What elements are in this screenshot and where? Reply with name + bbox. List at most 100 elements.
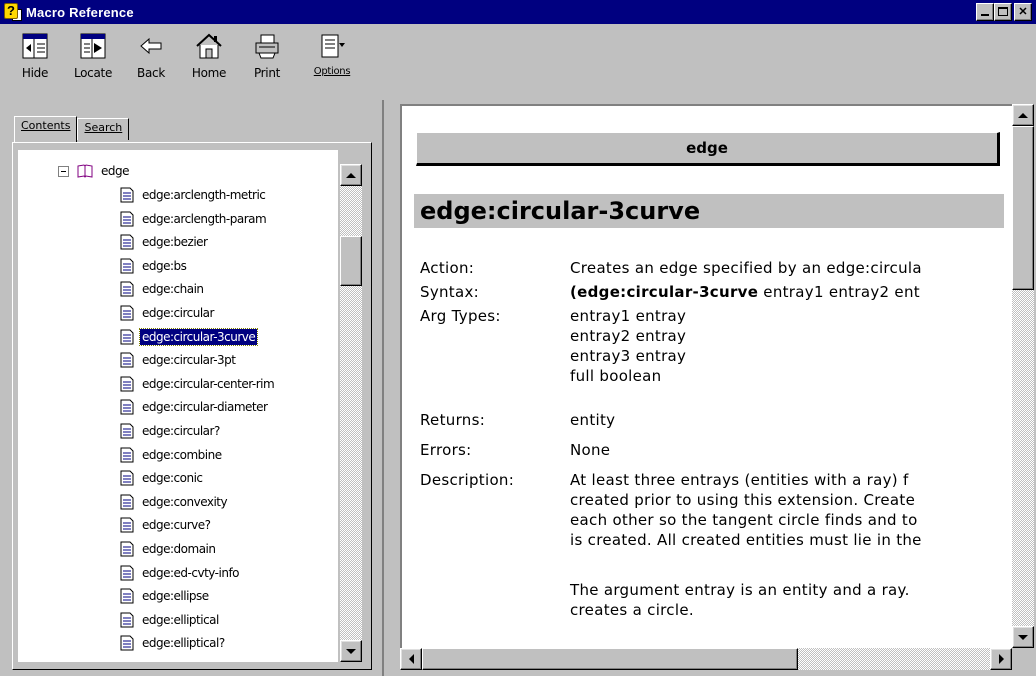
back-arrow-icon — [136, 28, 166, 64]
print-button[interactable]: Print — [238, 24, 296, 80]
tree-item[interactable]: edge:circular-3pt — [120, 349, 238, 371]
tree-scrollbar[interactable] — [340, 164, 362, 662]
tab-search-label: Search — [84, 121, 123, 134]
tab-contents[interactable]: Contents — [14, 116, 78, 142]
scroll-down-icon — [346, 648, 356, 654]
tab-search[interactable]: Search — [77, 118, 130, 140]
document-icon — [120, 305, 134, 321]
maximize-button[interactable] — [994, 3, 1012, 21]
syntax-value: (edge:circular-3curve entray1 entray2 en… — [570, 282, 920, 302]
tree-item[interactable]: edge:ed-cvty-info — [120, 562, 241, 584]
document-icon — [120, 541, 134, 557]
document-icon — [120, 234, 134, 250]
close-button[interactable]: ✕ — [1014, 3, 1032, 21]
tree-item-label: edge:circular-3curve — [138, 327, 259, 346]
topic-scroll-thumb[interactable] — [1012, 126, 1034, 290]
tree-item[interactable]: edge:circular-3curve — [120, 326, 259, 348]
tree-item-label: edge:circular-center-rim — [142, 376, 275, 391]
returns-label: Returns: — [420, 411, 486, 429]
document-icon — [120, 399, 134, 415]
scroll-down-button[interactable] — [340, 640, 362, 662]
errors-label: Errors: — [420, 441, 472, 459]
tree-item[interactable]: edge:circular? — [120, 420, 222, 442]
topic-scroll-up-button[interactable] — [1012, 104, 1034, 126]
tree-item[interactable]: edge:circular-center-rim — [120, 373, 276, 395]
locate-button[interactable]: Locate — [64, 24, 122, 80]
topic-vertical-scrollbar[interactable] — [1012, 104, 1034, 648]
options-button[interactable]: Options — [306, 24, 358, 77]
hide-icon — [20, 28, 50, 64]
tree-item[interactable]: edge:combine — [120, 444, 224, 466]
minimize-button[interactable] — [976, 3, 994, 21]
argtypes-label: Arg Types: — [420, 307, 501, 325]
tree-item[interactable]: edge:conic — [120, 467, 205, 489]
hide-label: Hide — [21, 66, 49, 80]
description-label: Description: — [420, 471, 515, 489]
scroll-thumb[interactable] — [340, 236, 362, 286]
document-icon — [120, 470, 134, 486]
tree-item-label: edge:conic — [142, 471, 203, 486]
topic-scroll-down-button[interactable] — [1012, 626, 1034, 648]
options-icon — [317, 28, 347, 64]
argtype-line: entray2 entray — [570, 327, 687, 345]
document-icon — [120, 258, 134, 274]
document-icon — [120, 447, 134, 463]
argtype-line: full boolean — [570, 367, 662, 385]
document-icon — [120, 211, 134, 227]
scroll-up-icon — [346, 172, 356, 178]
back-button[interactable]: Back — [122, 24, 180, 80]
document-icon — [120, 281, 134, 297]
tree-item-label: edge:circular-diameter — [142, 400, 268, 415]
tree-item[interactable]: edge:curve? — [120, 514, 213, 536]
scrollbar-corner — [1012, 648, 1036, 670]
document-icon — [120, 565, 134, 581]
tree-book-edge[interactable]: edge — [58, 160, 131, 182]
scroll-right-button[interactable] — [990, 648, 1012, 670]
tree-item[interactable]: edge:bezier — [120, 231, 210, 253]
options-label: Options — [313, 66, 351, 77]
contents-tree[interactable]: edge edge:arclength-metric edge:arclength… — [18, 150, 338, 662]
topic-banner[interactable]: edge — [416, 132, 1000, 166]
document-icon — [120, 517, 134, 533]
tree-item[interactable]: edge:domain — [120, 538, 217, 560]
scroll-left-button[interactable] — [400, 648, 422, 670]
description-line: created prior to using this extension. C… — [570, 491, 916, 509]
returns-value: entity — [570, 411, 616, 429]
hide-button[interactable]: Hide — [6, 24, 64, 80]
tree-item[interactable]: edge:chain — [120, 278, 206, 300]
document-icon — [120, 187, 134, 203]
action-value: Creates an edge specified by an edge:cir… — [570, 259, 922, 277]
locate-label: Locate — [73, 66, 113, 80]
syntax-args: entray1 entray2 ent — [758, 283, 920, 301]
description-line: The argument entray is an entity and a r… — [570, 581, 910, 599]
collapse-icon[interactable] — [58, 165, 69, 177]
horizontal-scroll-thumb[interactable] — [422, 648, 798, 670]
tree-item[interactable]: edge:arclength-param — [120, 208, 268, 230]
tree-item[interactable]: edge:circular — [120, 302, 216, 324]
tree-item[interactable]: edge:circular-diameter — [120, 396, 269, 418]
tree-item-label: edge:arclength-metric — [142, 188, 266, 202]
tree-item-label: edge:bs — [142, 258, 187, 273]
home-button[interactable]: Home — [180, 24, 238, 80]
tree-item[interactable]: edge:bs — [120, 255, 188, 277]
tree-root-label: edge — [101, 164, 130, 178]
tree-item-label: edge:elliptical? — [142, 636, 225, 651]
printer-icon — [252, 28, 282, 64]
tree-item[interactable]: edge:arclength-metric — [120, 184, 267, 206]
document-icon — [120, 329, 134, 345]
scroll-up-button[interactable] — [340, 164, 362, 186]
tree-item-label: edge:bezier — [142, 235, 208, 250]
tree-item[interactable]: edge:convexity — [120, 491, 229, 513]
tree-item[interactable]: edge:ellipse — [120, 585, 211, 607]
back-label: Back — [137, 66, 165, 80]
print-label: Print — [253, 66, 281, 80]
tree-item[interactable]: edge:elliptical? — [120, 632, 227, 654]
tree-item-label: edge:elliptical — [142, 612, 219, 627]
argtype-line: entray3 entray — [570, 347, 687, 365]
tree-item-label: edge:chain — [142, 282, 204, 297]
syntax-label: Syntax: — [420, 283, 480, 301]
tree-item[interactable]: edge:elliptical — [120, 609, 221, 631]
scroll-right-icon — [998, 654, 1004, 664]
document-icon — [120, 423, 134, 439]
topic-horizontal-scrollbar[interactable] — [400, 648, 1012, 670]
